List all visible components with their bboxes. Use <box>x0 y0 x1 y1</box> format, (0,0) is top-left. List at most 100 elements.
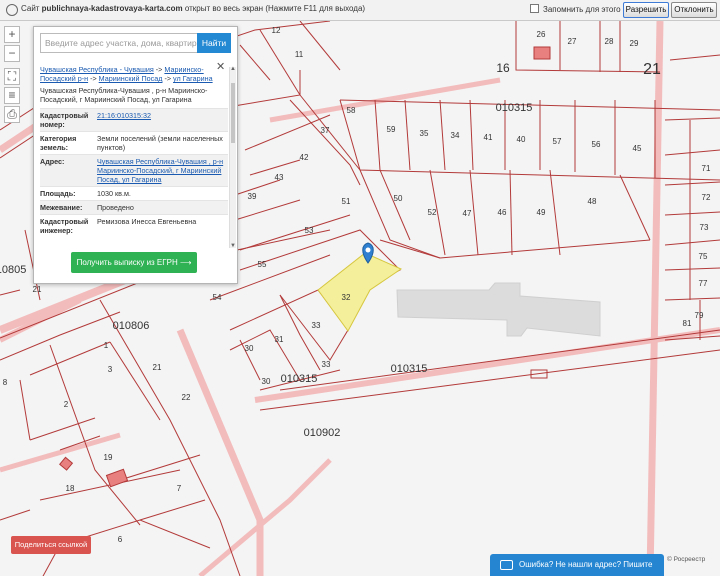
svg-text:7: 7 <box>177 484 182 493</box>
svg-text:33: 33 <box>312 321 321 330</box>
globe-icon <box>6 4 18 16</box>
svg-text:42: 42 <box>300 153 309 162</box>
field-land-category: Категория земель: Земли поселений (земли… <box>40 131 228 154</box>
field-engineer: Кадастровый инженер: Ремизова Инесса Евг… <box>40 214 228 237</box>
cadastral-number-link[interactable]: 21:16:010315:32 <box>97 111 228 129</box>
svg-text:50: 50 <box>394 194 403 203</box>
svg-text:56: 56 <box>592 140 601 149</box>
svg-text:010902: 010902 <box>304 427 341 439</box>
field-value: Земли поселений (земли населенных пункто… <box>97 134 223 152</box>
svg-text:81: 81 <box>683 319 692 328</box>
svg-text:010315: 010315 <box>281 373 318 385</box>
breadcrumb-link-street[interactable]: ул Гагарина <box>173 74 213 83</box>
svg-text:58: 58 <box>347 106 356 115</box>
map-tools: + − ⛶ ≡ ⎙ <box>4 26 20 125</box>
svg-text:40: 40 <box>517 135 526 144</box>
svg-text:71: 71 <box>702 164 711 173</box>
scrollbar-thumb[interactable] <box>231 83 235 143</box>
svg-text:010315: 010315 <box>391 363 428 375</box>
svg-text:30: 30 <box>262 377 271 386</box>
scroll-up-icon[interactable]: ▲ <box>230 66 236 72</box>
field-label: Адрес: <box>40 157 65 166</box>
message-prefix: Сайт <box>21 4 42 13</box>
svg-text:54: 54 <box>213 293 222 302</box>
svg-text:18: 18 <box>66 484 75 493</box>
field-area: Площадь: 1030 кв.м. <box>40 186 228 200</box>
svg-text:47: 47 <box>463 209 472 218</box>
svg-text:010805: 010805 <box>0 264 26 276</box>
fullscreen-icon[interactable]: ⛶ <box>4 68 20 85</box>
house-shape <box>59 456 74 471</box>
zoom-out-button[interactable]: − <box>4 45 20 62</box>
svg-text:12: 12 <box>272 26 281 35</box>
get-egrn-extract-button[interactable]: Получить выписку из ЕГРН ⟶ <box>71 252 197 273</box>
svg-text:77: 77 <box>699 279 708 288</box>
field-value: 1030 кв.м. <box>97 189 131 198</box>
svg-text:53: 53 <box>305 226 314 235</box>
field-label: Площадь: <box>40 189 76 198</box>
layers-icon[interactable]: ≡ <box>4 87 20 104</box>
breadcrumb: Чувашская Республика - Чувашия -> Мариин… <box>40 65 228 83</box>
svg-text:16: 16 <box>496 61 510 75</box>
svg-text:6: 6 <box>118 535 123 544</box>
svg-text:30: 30 <box>245 344 254 353</box>
svg-text:29: 29 <box>630 39 639 48</box>
feedback-text: Ошибка? Не нашли адрес? Пишите <box>519 560 653 569</box>
search-input[interactable] <box>40 33 203 53</box>
feedback-bar[interactable]: Ошибка? Не нашли адрес? Пишите <box>490 554 664 576</box>
remember-checkbox[interactable] <box>530 4 539 13</box>
zoom-in-button[interactable]: + <box>4 26 20 43</box>
svg-text:35: 35 <box>420 129 429 138</box>
svg-text:49: 49 <box>537 208 546 217</box>
svg-text:75: 75 <box>699 252 708 261</box>
scroll-down-icon[interactable]: ▼ <box>230 243 236 249</box>
svg-text:73: 73 <box>700 223 709 232</box>
field-label: Межевание: <box>40 203 83 212</box>
breadcrumb-link-city[interactable]: Мариинский Посад <box>99 74 163 83</box>
field-address: Адрес: Чувашская Республика-Чувашия , р-… <box>40 154 228 186</box>
panel-scrollbar[interactable]: ▲ ▼ <box>229 66 236 249</box>
svg-text:43: 43 <box>275 173 284 182</box>
svg-text:3: 3 <box>108 365 113 374</box>
map-attribution: © Росреестр <box>667 556 706 563</box>
svg-text:11: 11 <box>295 50 304 59</box>
svg-text:2: 2 <box>64 400 69 409</box>
fullscreen-message: Сайт publichnaya-kadastrovaya-karta.com … <box>21 4 365 13</box>
house-shape <box>105 468 129 488</box>
svg-text:52: 52 <box>428 208 437 217</box>
svg-text:41: 41 <box>484 133 493 142</box>
search-button[interactable]: Найти <box>197 33 231 53</box>
svg-text:21: 21 <box>643 61 661 78</box>
svg-text:48: 48 <box>588 197 597 206</box>
address-link[interactable]: Чувашская Республика-Чувашия , р-н Марии… <box>97 157 228 184</box>
svg-text:27: 27 <box>568 37 577 46</box>
svg-text:57: 57 <box>553 137 562 146</box>
field-label: Кадастровый номер: <box>40 111 89 129</box>
message-icon <box>500 560 513 570</box>
breadcrumb-separator: -> <box>153 65 165 74</box>
field-surveying: Межевание: Проведено <box>40 200 228 214</box>
svg-text:72: 72 <box>702 193 711 202</box>
svg-text:22: 22 <box>182 393 191 402</box>
svg-text:19: 19 <box>104 453 113 462</box>
svg-text:39: 39 <box>248 192 257 201</box>
field-label: Кадастровый инженер: <box>40 217 89 235</box>
svg-text:79: 79 <box>695 311 704 320</box>
svg-text:26: 26 <box>537 30 546 39</box>
breadcrumb-separator: -> <box>88 74 99 83</box>
svg-text:33: 33 <box>322 360 331 369</box>
share-link-button[interactable]: Поделиться ссылкой <box>11 536 91 554</box>
svg-text:51: 51 <box>342 197 351 206</box>
svg-text:21: 21 <box>33 285 42 294</box>
svg-text:1: 1 <box>104 341 109 350</box>
breadcrumb-link-region[interactable]: Чувашская Республика - Чувашия <box>40 65 154 74</box>
allow-button[interactable]: Разрешить <box>623 2 669 18</box>
deny-button[interactable]: Отклонить <box>671 2 717 18</box>
print-icon[interactable]: ⎙ <box>4 106 20 123</box>
svg-text:46: 46 <box>498 208 507 217</box>
svg-text:31: 31 <box>275 335 284 344</box>
svg-text:8: 8 <box>3 378 8 387</box>
svg-text:59: 59 <box>387 125 396 134</box>
selected-parcel[interactable] <box>317 252 403 332</box>
field-label: Категория земель: <box>40 134 77 152</box>
